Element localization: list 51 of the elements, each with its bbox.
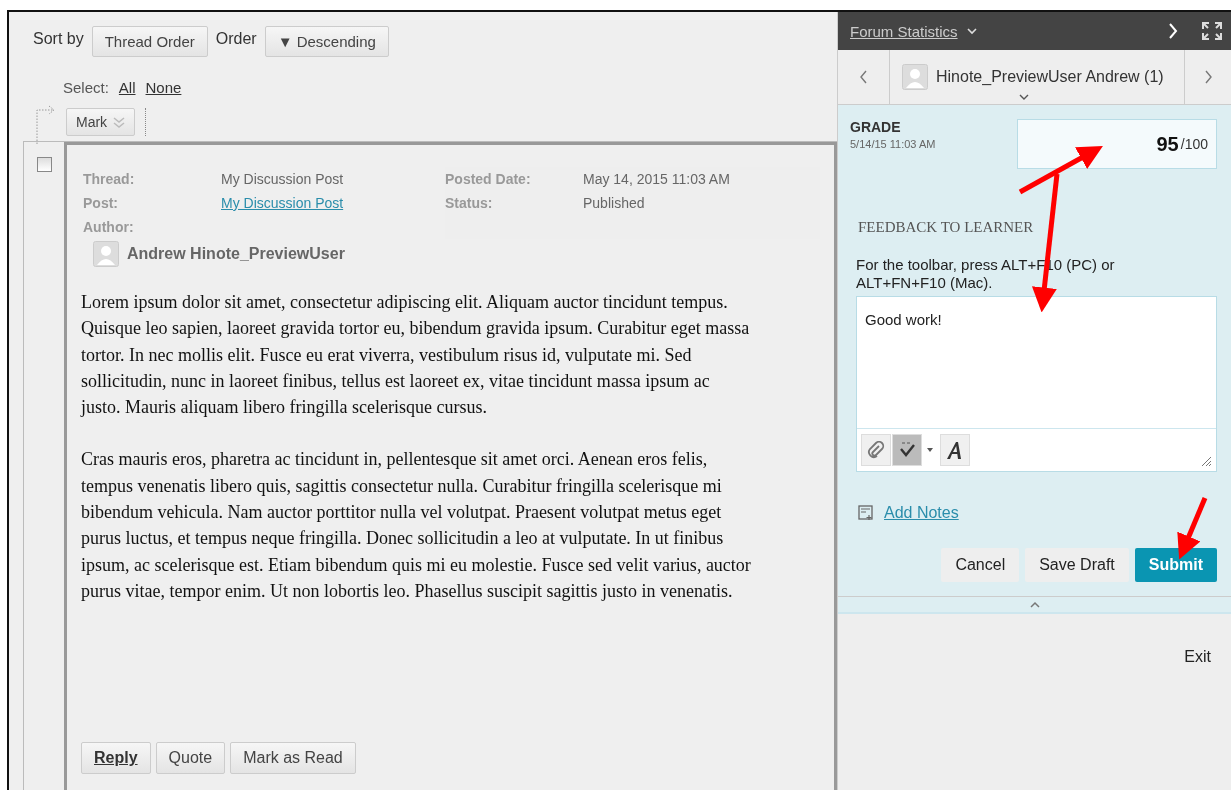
- chevron-up-icon[interactable]: [1028, 601, 1041, 608]
- resize-handle-icon[interactable]: [1200, 455, 1212, 467]
- sort-label: Sort by: [33, 29, 84, 48]
- meta-value: My Discussion Post: [221, 171, 344, 187]
- font-style-button[interactable]: [940, 434, 970, 466]
- chevron-right-icon: [1204, 70, 1212, 84]
- post-paragraph: Cras mauris eros, pharetra ac tincidunt in, pellentesque sit amet orci. Aenean eros felis, tempus venenatis libero quis, sagittis consectetur nulla. Curabitur fringilla scelerisque mi bibendum vehicula. Nam auctor porttitor nulla vel volutpat. Praesent volutpat metus eget purus luctus, et tempus neque fringilla. Donec sollicitudin a leo at vulputate. In ut finibus ipsum, ac scelerisque est. Etiam bibendum quis mi eu molestie. Fusce sed velit varius, auctor purus vitae, tempor enim. Ut non lobortis leo. Phasellus suscipit sagittis justo in venenatis.: [81, 448, 752, 603]
- grade-field[interactable]: 95/100: [1017, 119, 1217, 169]
- post-action-button[interactable]: Mark as Read: [230, 742, 356, 774]
- forum-statistics-link[interactable]: Forum Statistics: [850, 22, 958, 40]
- feedback-heading: FEEDBACK TO LEARNER: [858, 219, 1035, 236]
- user-name: Hinote_PreviewUser Andrew (1): [936, 68, 1164, 86]
- chevron-down-icon[interactable]: [965, 27, 978, 35]
- chevron-left-icon: [859, 70, 868, 84]
- spellcheck-icon: [897, 441, 917, 459]
- grade-date: 5/14/15 11:03 AM: [850, 138, 936, 150]
- panel-button[interactable]: Save Draft: [1025, 548, 1129, 582]
- meta-value: May 14, 2015 11:03 AM: [583, 171, 730, 187]
- select-label: Select:: [63, 79, 109, 96]
- post-paragraph: Lorem ipsum dolor sit amet, consectetur adipiscing elit. Aliquam auctor tincidunt tempus. Quisque leo sapien, laoreet gravida tortor eu, bibendum gravida ipsum. Curabitur eget massa tortor. In nec mollis elit. Fusce eu erat viverra, vestibulum risus id, vulputate mi. Sed sollicitudin, nunc in laoreet finibus, tellus est laoreet ex, vitae tincidunt massa ipsum ac justo. Mauris aliquam libero fringilla scelerisque cursus.: [81, 291, 751, 420]
- annotation-arrow: [1177, 497, 1208, 560]
- author-name: Andrew Hinote_PreviewUser: [127, 245, 345, 263]
- post-action-button[interactable]: Quote: [155, 742, 226, 774]
- select-none-link[interactable]: None: [145, 79, 182, 96]
- grade-label: GRADE: [850, 119, 902, 135]
- sort-dropdown[interactable]: Thread Order: [91, 26, 208, 57]
- expand-icon[interactable]: [1201, 21, 1223, 41]
- meta-value: Published: [583, 195, 645, 211]
- post-action-button[interactable]: Reply: [81, 742, 151, 774]
- caret-icon[interactable]: [926, 447, 934, 453]
- double-chevron-icon: [113, 116, 126, 128]
- panel-button[interactable]: Cancel: [941, 548, 1020, 582]
- order-label: Order: [215, 29, 257, 48]
- meta-label: Thread:: [83, 171, 136, 187]
- meta-label: Posted Date:: [445, 171, 532, 187]
- select-all-link[interactable]: All: [118, 79, 136, 96]
- paperclip-icon: [867, 441, 885, 459]
- avatar-icon: [93, 241, 119, 267]
- mark-dropdown[interactable]: Mark: [66, 108, 136, 136]
- chevron-right-icon[interactable]: [1167, 22, 1179, 40]
- meta-label: Post:: [83, 195, 119, 211]
- attach-button[interactable]: [861, 434, 891, 466]
- avatar-icon: [902, 64, 928, 90]
- select-checkbox[interactable]: [36, 157, 52, 172]
- meta-label: Author:: [83, 219, 135, 235]
- panel-button[interactable]: Submit: [1134, 548, 1217, 582]
- order-dropdown[interactable]: ▼ Descending: [264, 26, 389, 57]
- spellcheck-button[interactable]: [892, 434, 922, 466]
- chevron-down-icon: [1018, 94, 1030, 101]
- notes-icon: [858, 505, 874, 521]
- meta-label: Status:: [445, 195, 494, 211]
